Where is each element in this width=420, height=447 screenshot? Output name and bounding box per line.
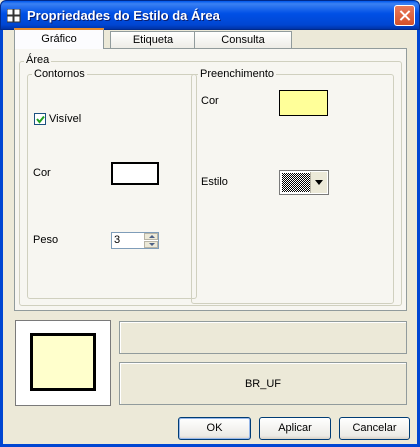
- peso-label: Peso: [33, 234, 59, 246]
- preview-description-box: [119, 321, 407, 354]
- stepper-up-button[interactable]: [144, 233, 158, 240]
- fill-color-swatch[interactable]: [279, 90, 328, 116]
- tab-grafico[interactable]: Gráfico: [14, 28, 104, 49]
- contornos-cor-label: Cor: [33, 167, 51, 179]
- stepper-arrows: [144, 233, 158, 248]
- stepper-down-button[interactable]: [144, 241, 158, 248]
- peso-stepper[interactable]: 3: [111, 232, 159, 249]
- arrow-down-icon: [149, 243, 155, 246]
- check-icon: [36, 115, 45, 124]
- tab-panel-grafico: Área Contornos Visível Cor Peso 3 Preenc…: [14, 48, 407, 311]
- preenchimento-legend: Preenchimento: [198, 68, 276, 80]
- tab-etiqueta-label: Etiqueta: [132, 34, 174, 46]
- visible-label: Visível: [49, 113, 82, 125]
- fill-style-dropdown-button[interactable]: [310, 172, 327, 193]
- checkered-pattern-icon: [282, 173, 310, 192]
- layer-name-box: BR_UF: [119, 362, 407, 405]
- arrow-up-icon: [149, 235, 155, 238]
- fill-style-dropdown[interactable]: [279, 170, 329, 195]
- style-preview: [15, 320, 111, 406]
- ok-button[interactable]: OK: [178, 417, 251, 440]
- contornos-color-swatch[interactable]: [111, 162, 159, 185]
- chevron-down-icon: [315, 180, 323, 185]
- tab-grafico-label: Gráfico: [41, 33, 77, 45]
- preenchimento-cor-label: Cor: [201, 95, 219, 107]
- estilo-label: Estilo: [201, 176, 228, 188]
- layer-name: BR_UF: [244, 378, 282, 390]
- apply-button[interactable]: Aplicar: [259, 417, 331, 440]
- title-bar: Propriedades do Estilo da Área: [0, 0, 420, 30]
- contornos-legend: Contornos: [32, 68, 87, 80]
- window-title: Propriedades do Estilo da Área: [27, 8, 220, 23]
- tab-etiqueta[interactable]: Etiqueta: [110, 31, 196, 49]
- tab-consulta-label: Consulta: [221, 34, 265, 46]
- preview-area-shape: [30, 333, 96, 391]
- contornos-groupbox: [27, 74, 197, 299]
- peso-value: 3: [114, 234, 121, 246]
- visible-checkbox[interactable]: [34, 113, 46, 125]
- area-legend: Área: [24, 54, 52, 66]
- tab-consulta[interactable]: Consulta: [194, 31, 292, 49]
- close-button[interactable]: [394, 5, 415, 26]
- window-app-icon: [7, 9, 21, 23]
- cancel-button[interactable]: Cancelar: [339, 417, 410, 440]
